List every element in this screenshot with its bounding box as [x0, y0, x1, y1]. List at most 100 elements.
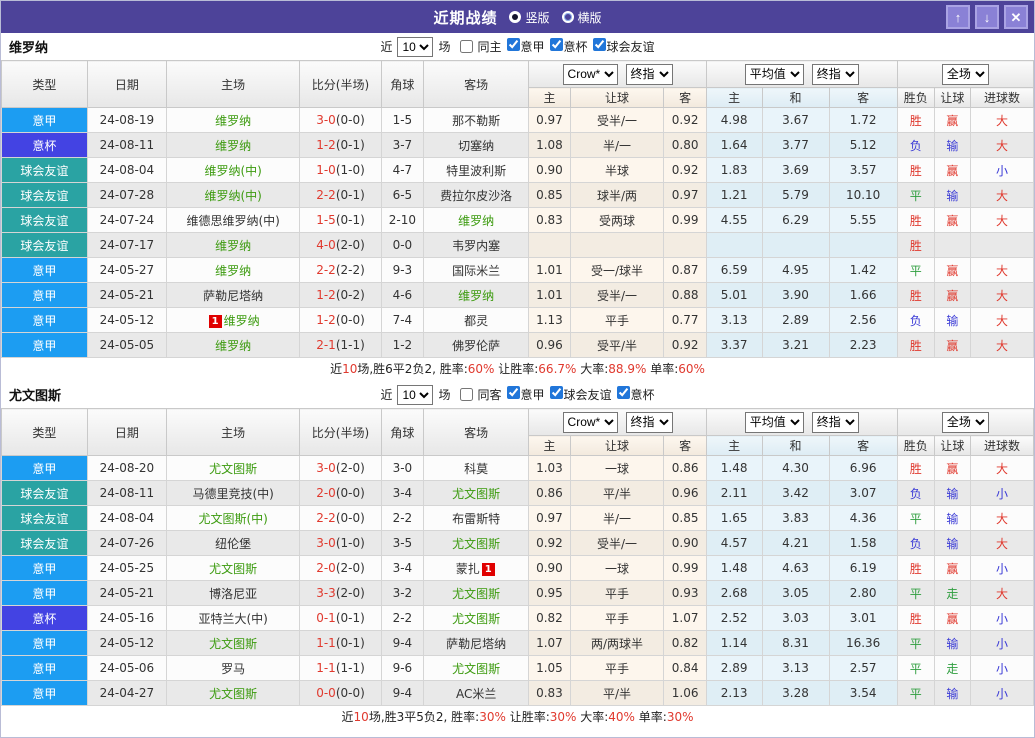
- away-team-name: AC米兰: [455, 686, 497, 701]
- fulltime-score: 1-2: [316, 138, 336, 152]
- sub-column-header: 主: [528, 435, 571, 456]
- summary-value: 30%: [666, 710, 694, 724]
- sub-column-header: 让球: [933, 435, 971, 456]
- away-team-name: 都灵: [464, 313, 489, 328]
- league-filter: 意甲: [505, 386, 545, 403]
- away-team-cell: 尤文图斯: [423, 530, 530, 556]
- avg-home-cell: 1.48: [705, 455, 763, 481]
- avg-draw-cell: 3.42: [761, 480, 830, 506]
- odds-handicap-cell: 球半/两: [569, 182, 665, 208]
- summary-value: 60%: [467, 362, 495, 376]
- fulltime-score: 2-2: [316, 188, 336, 202]
- average-select[interactable]: 平均值: [744, 411, 804, 433]
- close-button[interactable]: ✕: [1004, 5, 1028, 29]
- match-row: 意甲 24-05-12 尤文图斯 1-1(0-1) 9-4 萨勒尼塔纳 1.07 两/两球半 0…: [1, 630, 1034, 656]
- result-goals-cell: 大: [969, 107, 1034, 133]
- match-count-select[interactable]: 10: [397, 384, 434, 405]
- match-count-select[interactable]: 10: [397, 36, 434, 57]
- same-venue-checkbox[interactable]: [460, 40, 474, 53]
- corners-cell: 9-6: [380, 655, 425, 681]
- home-team-cell: 尤文图斯: [166, 555, 301, 581]
- sub-column-header: 客: [828, 87, 898, 108]
- red-card-badge: 1: [481, 562, 495, 576]
- radio-vertical-layout[interactable]: 竖版: [509, 9, 550, 26]
- home-team-name: 维罗纳: [215, 238, 252, 253]
- avg-draw-cell: 3.69: [761, 157, 830, 183]
- away-team-name: 维罗纳: [458, 288, 495, 303]
- result-handicap-cell: 赢: [933, 157, 971, 183]
- odds-away-cell: [663, 232, 707, 258]
- odds-home-cell: 0.83: [528, 680, 571, 706]
- same-venue-label: 同主: [477, 40, 502, 54]
- league-checkbox[interactable]: [506, 38, 520, 51]
- bookmaker-select[interactable]: Crow*: [562, 63, 618, 85]
- summary-value: 66.7%: [538, 362, 577, 376]
- score-cell: 2-1(1-1): [299, 332, 382, 358]
- radio-horizontal-layout[interactable]: 横版: [561, 9, 602, 26]
- odds-home-cell: 0.97: [528, 505, 571, 531]
- league-checkbox[interactable]: [549, 38, 563, 51]
- home-team-cell: 纽伦堡: [166, 530, 301, 556]
- odds-handicap-cell: 平手: [569, 605, 665, 631]
- odds-handicap-cell: 平/半: [569, 480, 665, 506]
- score-cell: 1-5(0-1): [299, 207, 382, 233]
- league-checkbox[interactable]: [549, 386, 563, 399]
- same-venue-checkbox[interactable]: [460, 388, 474, 401]
- match-row: 意甲 24-05-25 尤文图斯 2-0(2-0) 3-4 蒙扎 1 0.90 一球 0.99 1.…: [1, 555, 1034, 581]
- corners-cell: 1-5: [380, 107, 425, 133]
- match-row: 意甲 24-05-12 1 维罗纳 1-2(0-0) 7-4 都灵 1.13 平手 0.77 3.1…: [1, 307, 1034, 333]
- home-team-name: 尤文图斯: [209, 686, 258, 701]
- odds-stage-select[interactable]: 终指: [625, 63, 673, 85]
- table-head: 类型 日期 主场 比分(半场) 角球 客场 Crow* 终指 平均值 终指 全场主让球客主和客胜负让…: [1, 60, 1034, 108]
- avg-home-cell: 6.59: [705, 257, 763, 283]
- table-body: 意甲 24-08-19 维罗纳 3-0(0-0) 1-5 那不勒斯 0.97 受半/一 0.92…: [1, 107, 1034, 358]
- average-select[interactable]: 平均值: [744, 63, 804, 85]
- odds-home-cell: 1.13: [528, 307, 571, 333]
- away-team-name: 尤文图斯: [452, 486, 501, 501]
- away-team-name: 尤文图斯: [452, 611, 501, 626]
- away-team-cell: 尤文图斯: [423, 480, 530, 506]
- away-team-name: 国际米兰: [452, 263, 501, 278]
- halftime-score: (0-1): [335, 138, 365, 152]
- away-team-name: 布雷斯特: [452, 511, 501, 526]
- avg-away-cell: 2.56: [828, 307, 898, 333]
- result-goals-cell: 大: [969, 282, 1034, 308]
- league-checkbox[interactable]: [506, 386, 520, 399]
- fulltime-score: 3-0: [316, 461, 336, 475]
- home-team-cell: 维罗纳: [166, 332, 301, 358]
- league-checkbox[interactable]: [616, 386, 630, 399]
- score-cell: 3-0(1-0): [299, 530, 382, 556]
- average-stage-select[interactable]: 终指: [811, 63, 859, 85]
- result-outcome-cell: 负: [896, 132, 935, 158]
- avg-away-cell: 16.36: [828, 630, 898, 656]
- result-handicap-cell: 赢: [933, 107, 971, 133]
- result-outcome-cell: 平: [896, 680, 935, 706]
- bookmaker-select[interactable]: Crow*: [562, 411, 618, 433]
- result-outcome-cell: 胜: [896, 332, 935, 358]
- match-row: 球会友谊 24-07-17 维罗纳 4-0(2-0) 0-0 韦罗内塞胜: [1, 232, 1034, 258]
- result-outcome-cell: 负: [896, 307, 935, 333]
- away-team-cell: 韦罗内塞: [423, 232, 530, 258]
- move-up-button[interactable]: ↑: [946, 5, 970, 29]
- score-cell: 1-2(0-2): [299, 282, 382, 308]
- avg-away-cell: 5.55: [828, 207, 898, 233]
- date-cell: 24-04-27: [86, 680, 168, 706]
- scope-select[interactable]: 全场: [941, 63, 989, 85]
- odds-stage-select[interactable]: 终指: [625, 411, 673, 433]
- date-cell: 24-08-11: [86, 480, 168, 506]
- move-down-button[interactable]: ↓: [975, 5, 999, 29]
- odds-away-cell: 0.92: [663, 157, 707, 183]
- arrow-up-icon: ↑: [954, 9, 962, 25]
- fulltime-score: 1-0: [316, 163, 336, 177]
- league-checkbox[interactable]: [592, 38, 606, 51]
- halftime-score: (0-1): [335, 213, 365, 227]
- sub-column-header: 主: [528, 87, 571, 108]
- avg-away-cell: 3.01: [828, 605, 898, 631]
- home-team-cell: 维罗纳: [166, 132, 301, 158]
- score-cell: 1-1(1-1): [299, 655, 382, 681]
- league-checkbox-label: 意杯: [630, 388, 655, 402]
- odds-away-cell: 1.07: [663, 605, 707, 631]
- sub-column-header: 让球: [569, 87, 665, 108]
- average-stage-select[interactable]: 终指: [811, 411, 859, 433]
- scope-select[interactable]: 全场: [941, 411, 989, 433]
